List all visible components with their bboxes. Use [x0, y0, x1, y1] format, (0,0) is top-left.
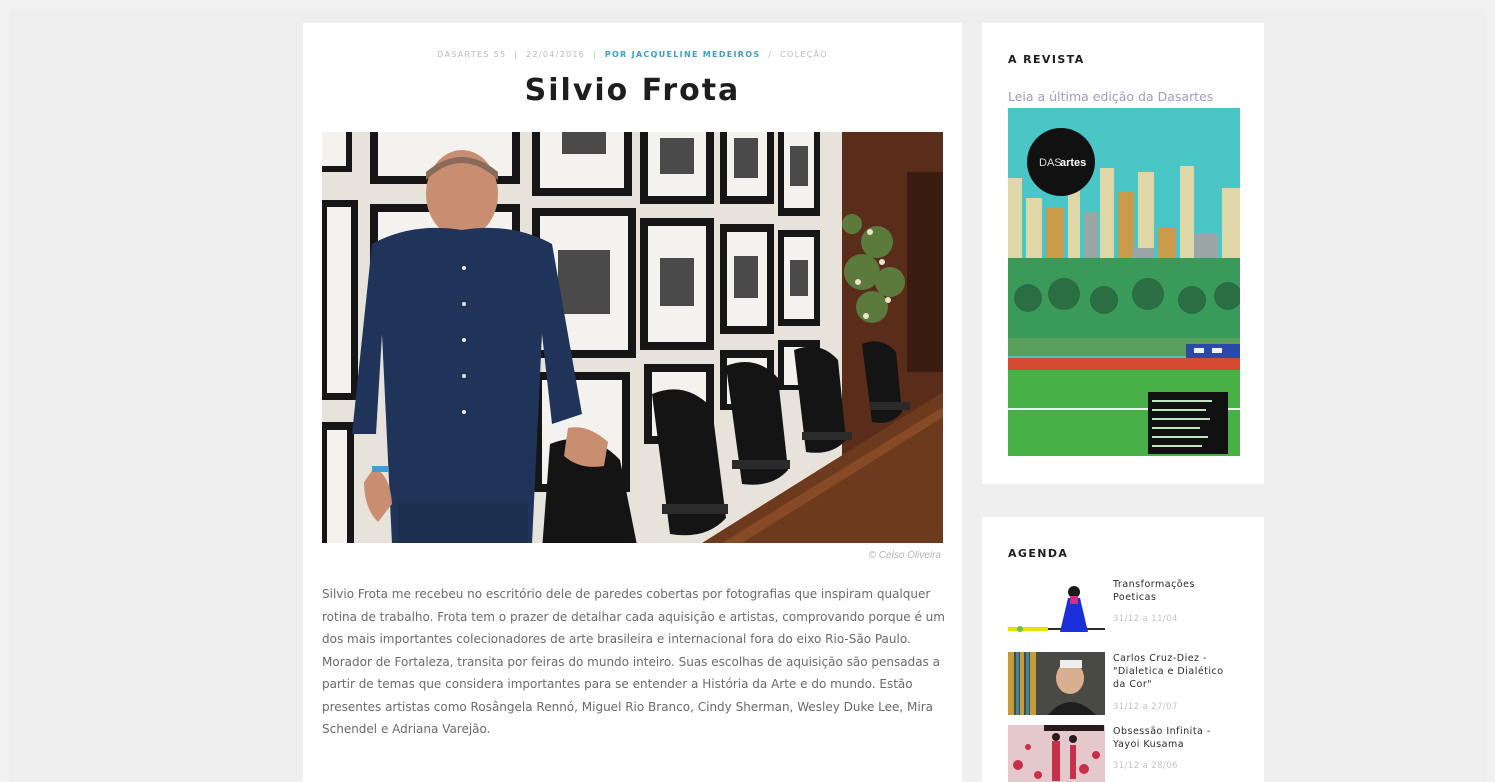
- magazine-cover[interactable]: DAS artes: [1008, 108, 1240, 456]
- issue-label[interactable]: DASARTES 55: [437, 50, 506, 59]
- article-photo: [322, 132, 943, 543]
- latest-edition-link[interactable]: Leia a última edição da Dasartes: [1008, 89, 1213, 104]
- article-meta: DASARTES 55 | 22/04/2016 | POR JACQUELIN…: [303, 50, 962, 59]
- publish-date: 22/04/2016: [526, 50, 586, 59]
- agenda-thumbnail[interactable]: [1008, 652, 1105, 715]
- revista-title: A REVISTA: [1008, 53, 1085, 66]
- author-link[interactable]: POR JACQUELINE MEDEIROS: [605, 50, 761, 59]
- agenda-item[interactable]: Carlos Cruz-Diez - "Dialetica e Dialétic…: [1008, 652, 1248, 718]
- meta-separator: |: [593, 50, 598, 59]
- agenda-item-date: 31/12 a 28/06: [1113, 761, 1178, 771]
- agenda-item-date: 31/12 a 27/07: [1113, 702, 1178, 712]
- agenda-item-title[interactable]: Obsessão Infinita - Yayoi Kusama: [1113, 725, 1238, 751]
- photo-credit: © Celso Oliveira: [868, 550, 941, 561]
- cover-logo-das: DAS: [1039, 157, 1062, 169]
- agenda-item-date: 31/12 a 11/04: [1113, 614, 1178, 624]
- agenda-thumbnail[interactable]: [1008, 725, 1105, 782]
- agenda-item-title[interactable]: Carlos Cruz-Diez - "Dialetica e Dialétic…: [1113, 652, 1238, 691]
- agenda-item-title[interactable]: Transformações Poeticas: [1113, 578, 1238, 604]
- agenda-item[interactable]: Obsessão Infinita - Yayoi Kusama 31/12 a…: [1008, 725, 1248, 782]
- article-body: Silvio Frota me recebeu no escritório de…: [322, 587, 945, 736]
- agenda-widget: AGENDA Transformações Poeticas 31/12 a 1…: [982, 517, 1264, 782]
- article-card: DASARTES 55 | 22/04/2016 | POR JACQUELIN…: [303, 23, 962, 782]
- cover-logo-artes: artes: [1060, 157, 1086, 169]
- agenda-item[interactable]: Transformações Poeticas 31/12 a 11/04: [1008, 578, 1248, 644]
- category-link[interactable]: COLEÇÃO: [780, 50, 828, 59]
- agenda-title: AGENDA: [1008, 547, 1069, 560]
- article-title: Silvio Frota: [524, 73, 741, 108]
- meta-separator: /: [768, 50, 773, 59]
- agenda-thumbnail[interactable]: [1008, 578, 1105, 641]
- meta-separator: |: [514, 50, 519, 59]
- revista-widget: A REVISTA Leia a última edição da Dasart…: [982, 23, 1264, 484]
